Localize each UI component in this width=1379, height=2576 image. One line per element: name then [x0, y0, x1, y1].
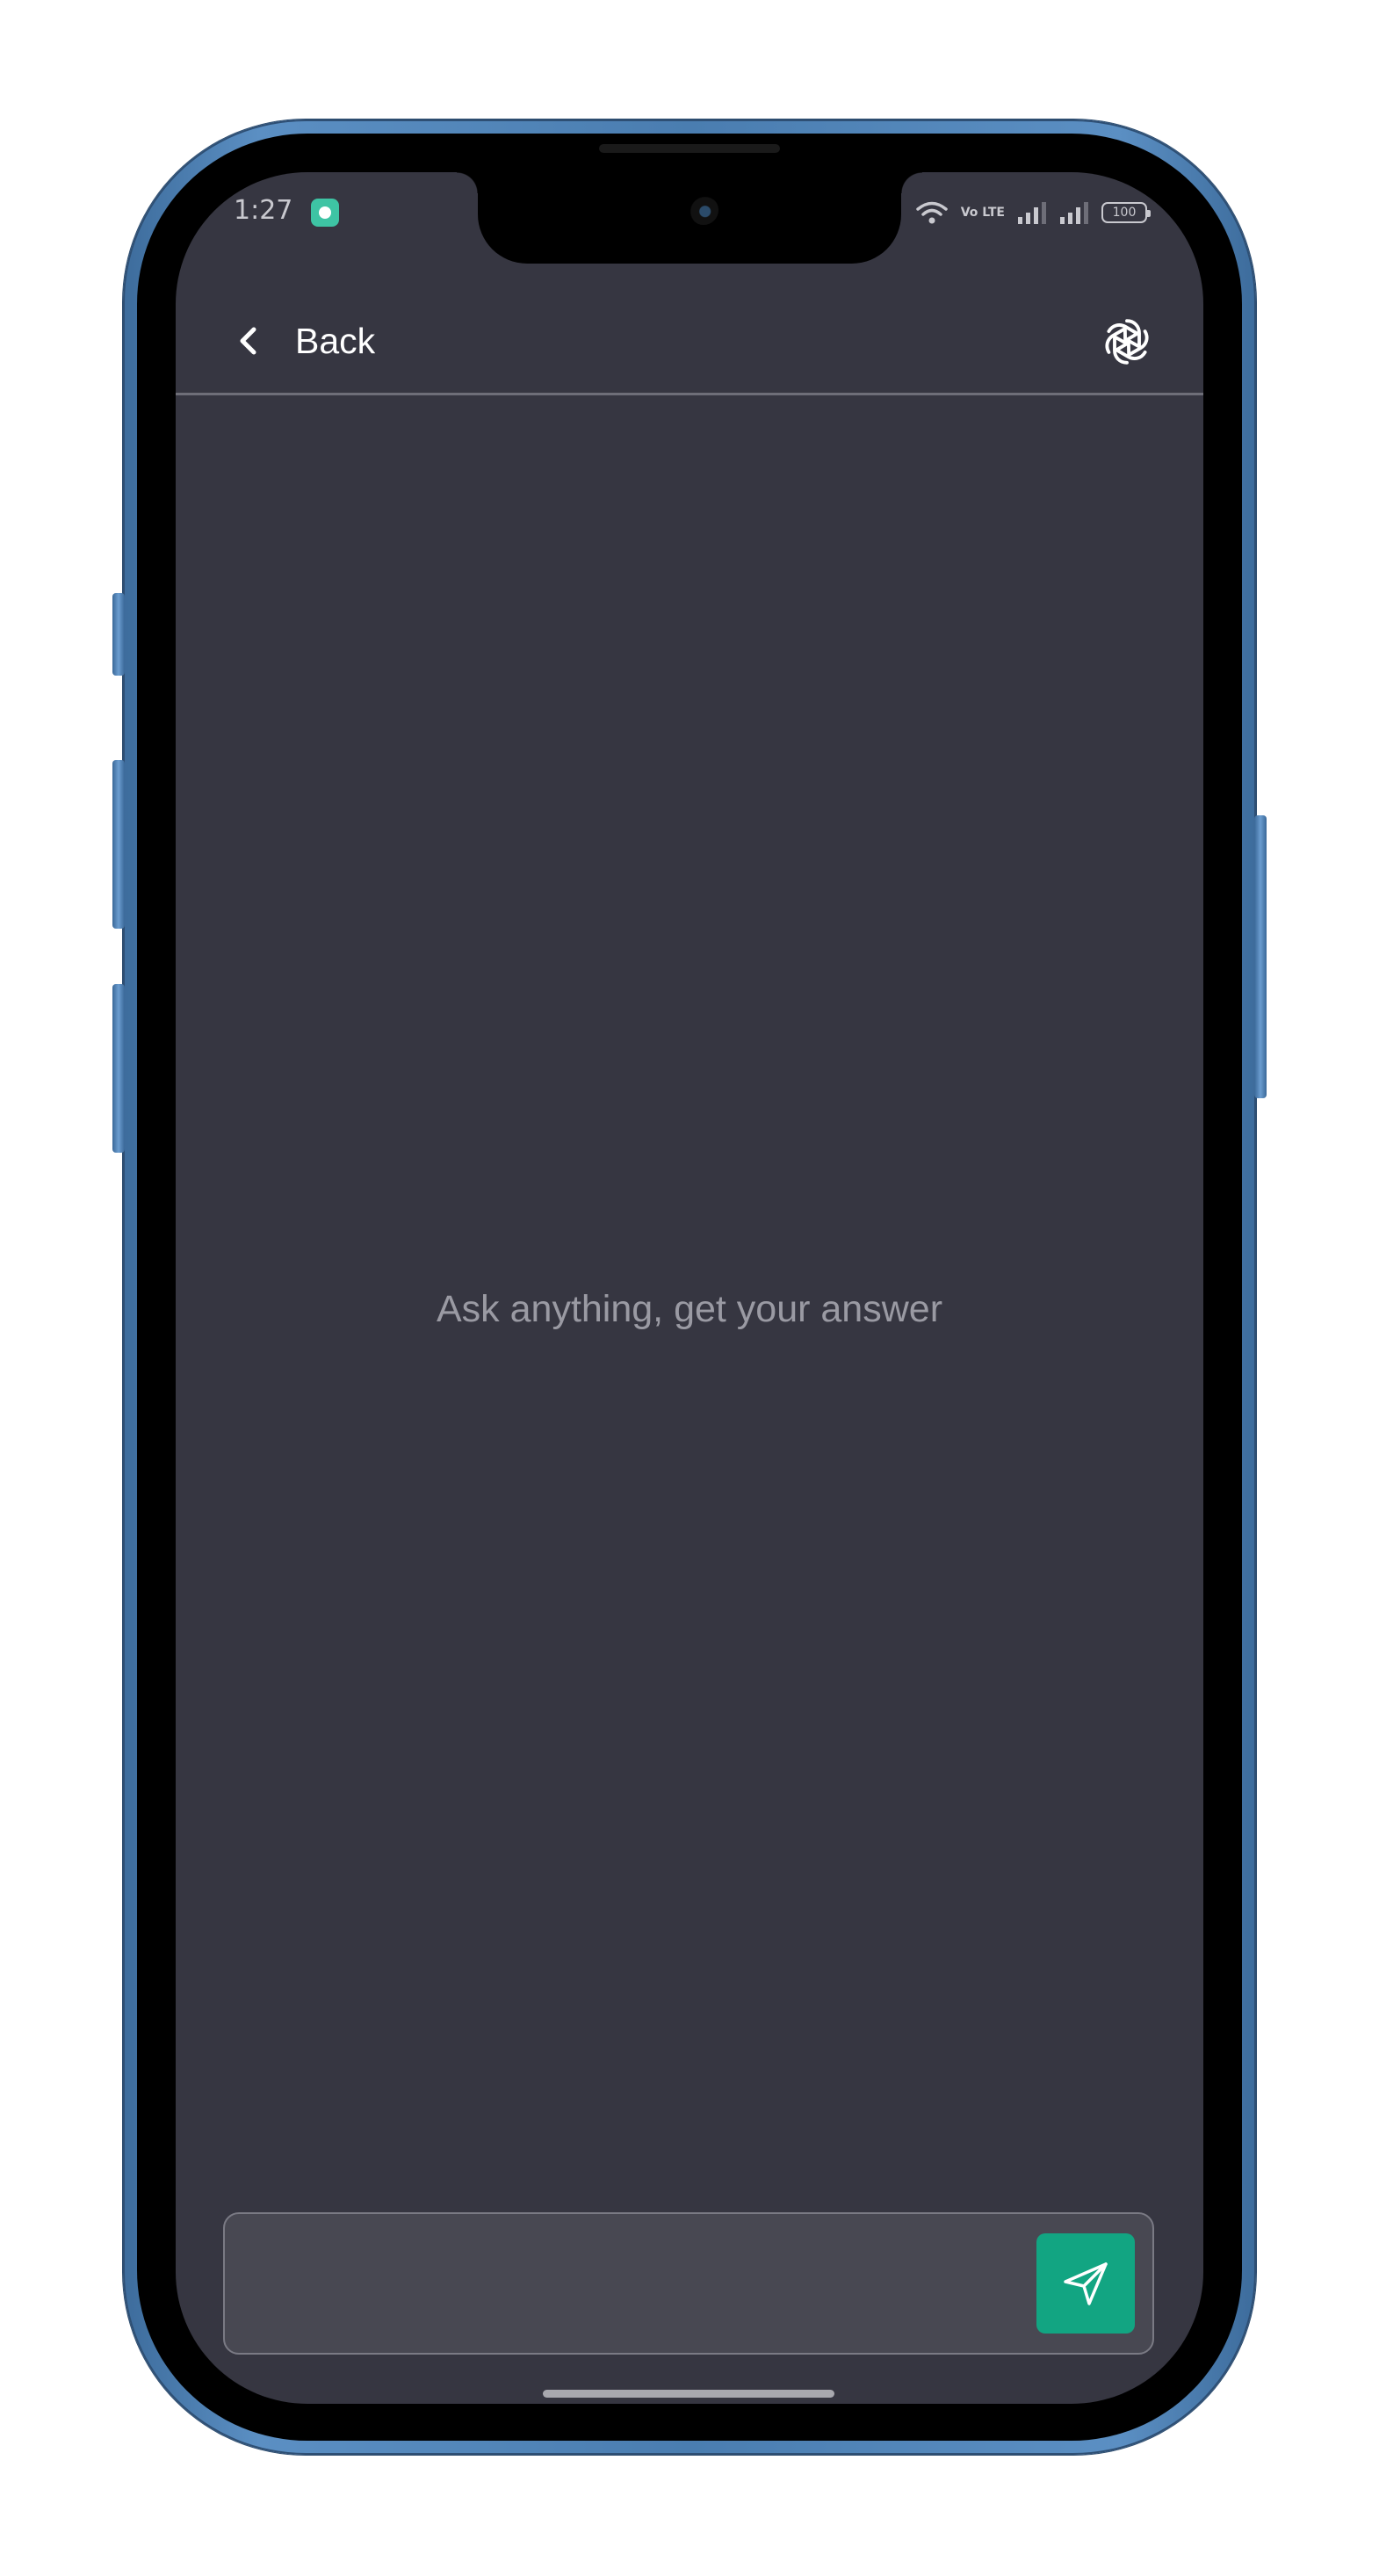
empty-state-message: Ask anything, get your answer: [436, 1288, 943, 1330]
chevron-left-icon: [240, 327, 256, 355]
back-button[interactable]: Back: [235, 311, 375, 371]
send-button[interactable]: [1036, 2233, 1135, 2334]
battery-indicator: 100: [1101, 202, 1151, 223]
volume-down-button: [112, 984, 125, 1153]
volte-indicator: Vo LTE: [960, 206, 1005, 220]
paper-plane-icon: [1064, 2262, 1108, 2305]
back-label: Back: [295, 320, 376, 361]
silent-switch: [112, 593, 125, 676]
front-camera: [689, 195, 718, 225]
app-header: Back: [176, 286, 1203, 395]
message-input[interactable]: [246, 2214, 1019, 2353]
signal-strength-icon-2: [1060, 202, 1088, 224]
openai-logo-icon: [1105, 319, 1149, 365]
signal-strength-icon: [1018, 202, 1046, 224]
status-time: 1:27: [234, 195, 293, 226]
notification-app-icon: [311, 199, 339, 227]
wifi-icon: [915, 201, 948, 224]
phone-screen: 1:27 Vo LTE 100 Back Ask anything, get y…: [176, 172, 1203, 2404]
volume-up-button: [112, 760, 125, 929]
status-indicators: Vo LTE 100: [915, 197, 1151, 228]
earpiece-speaker: [599, 144, 780, 153]
home-indicator[interactable]: [543, 2390, 834, 2398]
notch: [457, 172, 922, 264]
message-composer: [223, 2212, 1154, 2355]
power-button: [1254, 815, 1267, 1098]
